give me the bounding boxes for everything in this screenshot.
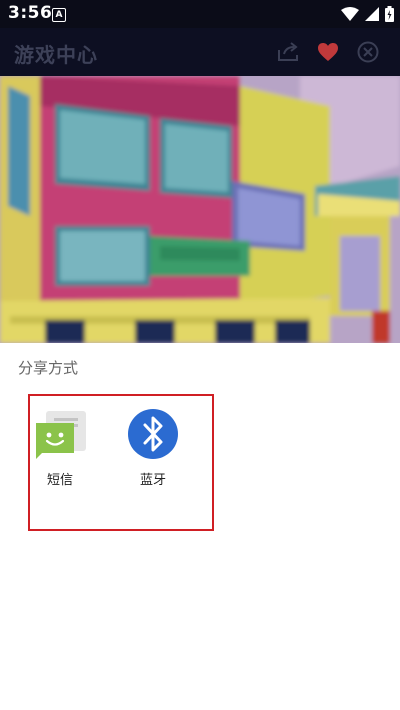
wifi-icon <box>341 7 359 21</box>
heart-icon <box>318 43 338 61</box>
signal-icon <box>365 7 379 21</box>
status-time: 3:56 <box>8 3 53 23</box>
messaging-icon <box>36 411 86 459</box>
game-scene-image <box>0 76 400 343</box>
title-bar: 游戏中心 <box>0 28 400 76</box>
system-icons <box>341 6 394 22</box>
page-title: 游戏中心 <box>14 43 98 67</box>
share-app-label: 蓝牙 <box>139 473 166 488</box>
share-icon <box>278 42 298 61</box>
favorite-button[interactable] <box>316 40 340 64</box>
battery-icon <box>385 6 394 22</box>
share-app-sms[interactable]: 短信 <box>32 409 88 488</box>
share-button[interactable] <box>276 40 300 64</box>
close-button[interactable] <box>356 40 380 64</box>
close-icon <box>357 41 379 63</box>
share-app-label: 短信 <box>46 473 73 488</box>
share-app-bluetooth[interactable]: 蓝牙 <box>125 409 181 488</box>
share-sheet: 分享方式 短信 蓝牙 <box>0 343 400 710</box>
status-bar: 3:56 A <box>0 0 400 28</box>
notification-icon: A <box>52 8 66 22</box>
game-preview[interactable] <box>0 76 400 343</box>
share-sheet-title: 分享方式 <box>18 359 79 377</box>
bluetooth-icon <box>128 409 178 459</box>
